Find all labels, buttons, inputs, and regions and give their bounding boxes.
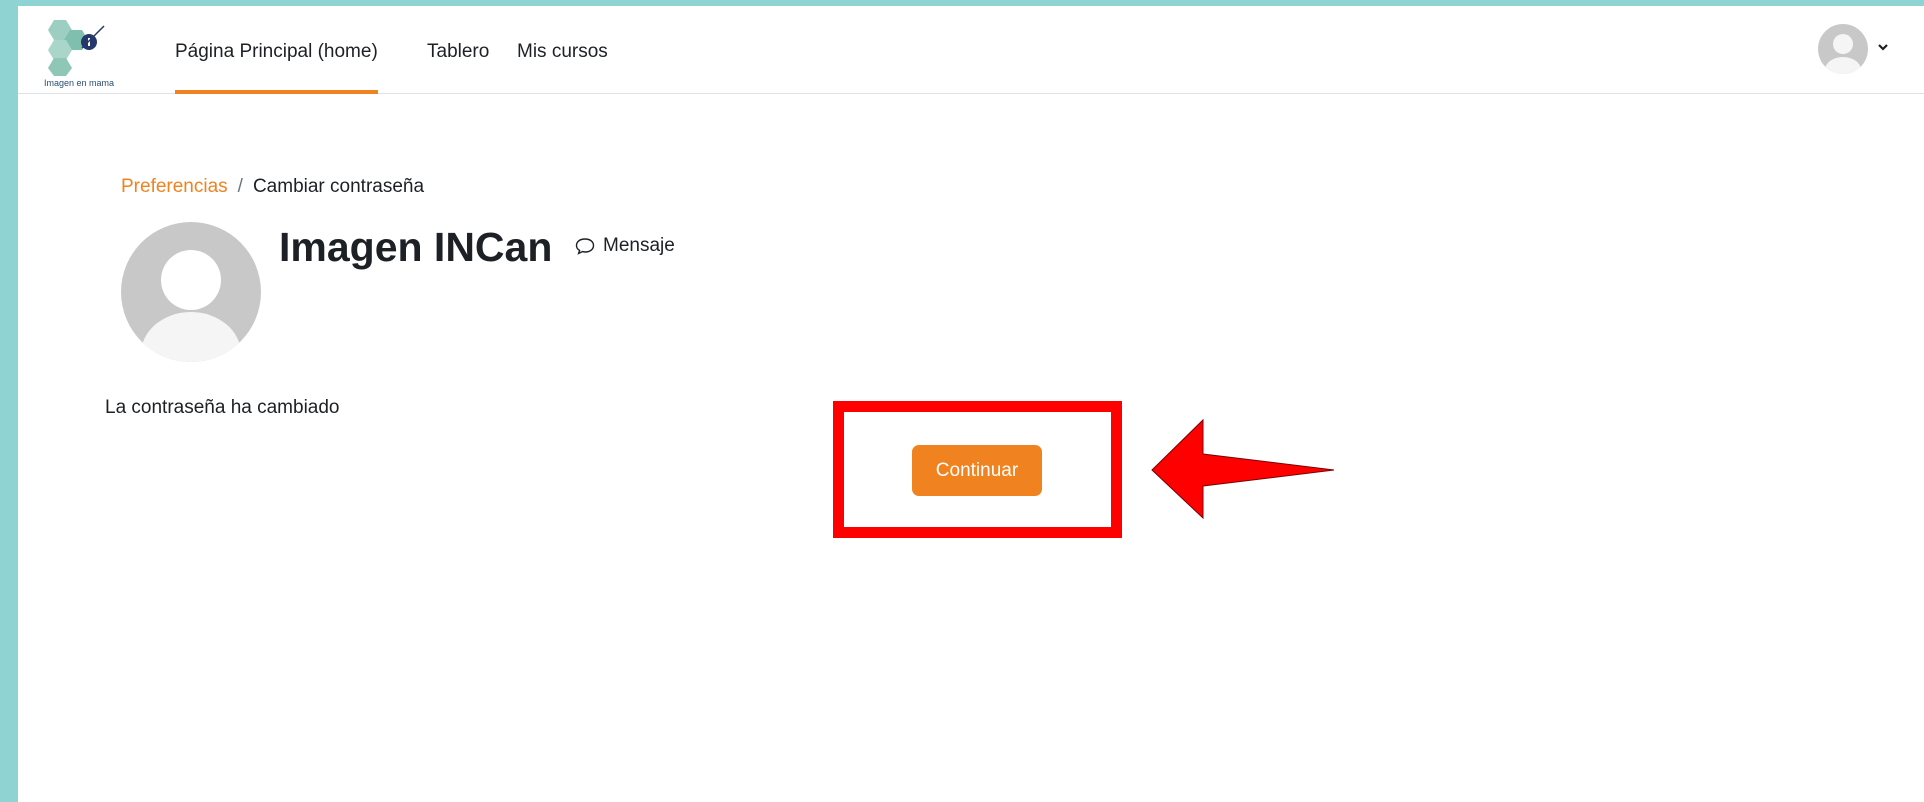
nav-my-courses-label: Mis cursos (517, 41, 608, 62)
top-navbar: Imagen en mama Página Principal (home) T… (18, 6, 1924, 94)
nav-home[interactable]: Página Principal (home) (175, 6, 378, 94)
nav-my-courses[interactable]: Mis cursos (517, 6, 608, 94)
user-avatar-icon[interactable] (1818, 24, 1868, 74)
nav-home-label: Página Principal (home) (175, 41, 378, 62)
chevron-down-icon[interactable] (1876, 40, 1890, 54)
nav-dashboard-label: Tablero (427, 41, 490, 62)
nav-dashboard[interactable]: Tablero (427, 6, 489, 94)
breadcrumb: Preferencias / Cambiar contraseña (121, 176, 424, 198)
message-label: Mensaje (603, 235, 675, 256)
site-logo[interactable]: Imagen en mama (44, 18, 144, 94)
logo-hexagons-icon (48, 20, 105, 76)
status-message: La contraseña ha cambiado (105, 397, 340, 418)
breadcrumb-current: Cambiar contraseña (252, 176, 425, 197)
breadcrumb-separator: / (237, 176, 243, 197)
user-menu[interactable] (1818, 24, 1918, 74)
user-avatar-icon (141, 250, 241, 362)
breadcrumb-preferences[interactable]: Preferencias (121, 176, 228, 197)
logo-caption: Imagen en mama (44, 78, 115, 88)
profile-avatar (121, 222, 261, 362)
message-link[interactable]: Mensaje (575, 235, 675, 257)
continue-button[interactable]: Continuar (912, 445, 1042, 496)
speech-bubble-icon (575, 238, 595, 255)
profile-name: Imagen INCan (279, 224, 553, 270)
annotation-arrow-icon (1151, 418, 1335, 520)
